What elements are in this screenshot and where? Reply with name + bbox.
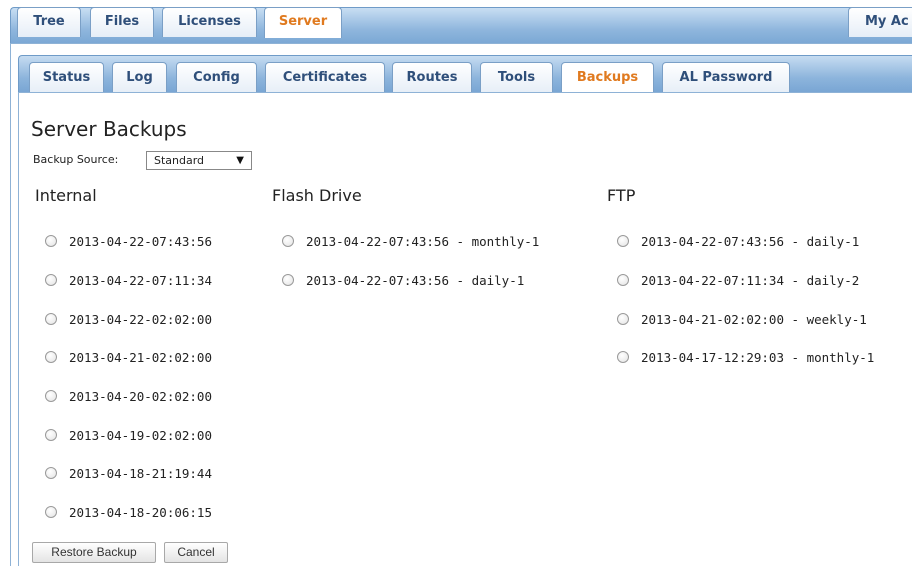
tab-certificates[interactable]: Certificates bbox=[265, 62, 385, 93]
radio-button[interactable] bbox=[45, 506, 57, 518]
dropdown-arrow-icon: ▼ bbox=[236, 155, 244, 166]
cancel-button[interactable]: Cancel bbox=[164, 542, 228, 563]
restore-backup-button[interactable]: Restore Backup bbox=[32, 542, 156, 563]
backup-source-select[interactable]: Standard ▼ bbox=[146, 151, 252, 170]
flash-drive-heading: Flash Drive bbox=[272, 186, 362, 205]
backup-label: 2013-04-22-07:43:56 bbox=[69, 234, 212, 249]
backup-label: 2013-04-20-02:02:00 bbox=[69, 389, 212, 404]
backup-label: 2013-04-22-07:43:56 - daily-1 bbox=[306, 273, 525, 288]
tab-server[interactable]: Server bbox=[264, 7, 342, 38]
radio-button[interactable] bbox=[45, 274, 57, 286]
radio-button[interactable] bbox=[617, 274, 629, 286]
radio-button[interactable] bbox=[282, 274, 294, 286]
tab-routes[interactable]: Routes bbox=[392, 62, 472, 93]
backup-label: 2013-04-19-02:02:00 bbox=[69, 428, 212, 443]
backup-label: 2013-04-18-20:06:15 bbox=[69, 505, 212, 520]
tab-backups[interactable]: Backups bbox=[561, 62, 654, 94]
page-title: Server Backups bbox=[31, 117, 187, 141]
radio-button[interactable] bbox=[45, 429, 57, 441]
tab-licenses[interactable]: Licenses bbox=[162, 7, 257, 37]
radio-button[interactable] bbox=[617, 235, 629, 247]
radio-button[interactable] bbox=[45, 235, 57, 247]
backup-source-label: Backup Source: bbox=[33, 153, 119, 166]
tab-tools[interactable]: Tools bbox=[480, 62, 553, 93]
tab-status[interactable]: Status bbox=[29, 62, 104, 93]
backup-label: 2013-04-22-07:11:34 bbox=[69, 273, 212, 288]
backup-label: 2013-04-21-02:02:00 bbox=[69, 350, 212, 365]
tab-config[interactable]: Config bbox=[176, 62, 257, 93]
radio-button[interactable] bbox=[45, 467, 57, 479]
backup-label: 2013-04-22-07:43:56 - monthly-1 bbox=[306, 234, 540, 249]
backup-label: 2013-04-17-12:29:03 - monthly-1 bbox=[641, 350, 875, 365]
tab-files[interactable]: Files bbox=[90, 7, 154, 37]
tab-my-account[interactable]: My Ac bbox=[848, 7, 912, 37]
tab-al-password[interactable]: AL Password bbox=[662, 62, 790, 93]
tab-tree[interactable]: Tree bbox=[17, 7, 81, 37]
tab-log[interactable]: Log bbox=[112, 62, 167, 93]
backup-label: 2013-04-22-07:11:34 - daily-2 bbox=[641, 273, 860, 288]
radio-button[interactable] bbox=[282, 235, 294, 247]
ftp-heading: FTP bbox=[607, 186, 636, 205]
internal-heading: Internal bbox=[35, 186, 97, 205]
radio-button[interactable] bbox=[45, 351, 57, 363]
backup-label: 2013-04-22-07:43:56 - daily-1 bbox=[641, 234, 860, 249]
backup-label: 2013-04-21-02:02:00 - weekly-1 bbox=[641, 312, 867, 327]
radio-button[interactable] bbox=[617, 351, 629, 363]
radio-button[interactable] bbox=[45, 313, 57, 325]
radio-button[interactable] bbox=[617, 313, 629, 325]
radio-button[interactable] bbox=[45, 390, 57, 402]
backup-source-value: Standard bbox=[154, 154, 205, 167]
backup-label: 2013-04-22-02:02:00 bbox=[69, 312, 212, 327]
backup-label: 2013-04-18-21:19:44 bbox=[69, 466, 212, 481]
